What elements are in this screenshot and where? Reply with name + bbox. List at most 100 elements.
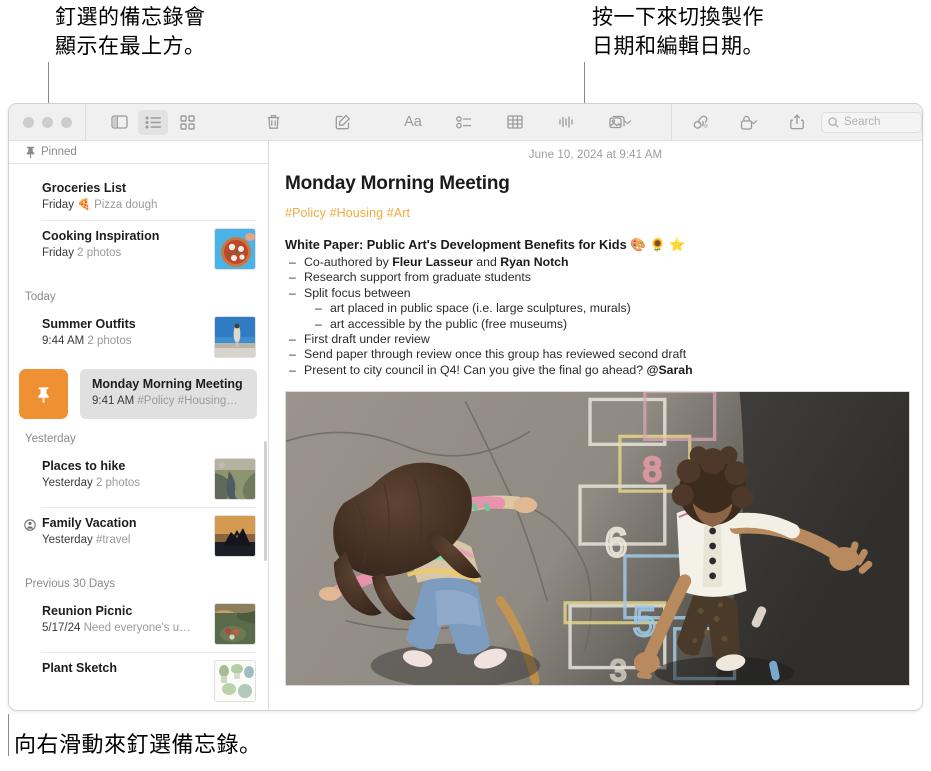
bullet-item: Present to city council in Q4! Can you g… — [285, 363, 908, 379]
checklist-icon[interactable] — [449, 110, 479, 135]
minimize-button[interactable] — [42, 116, 53, 128]
shared-person-icon — [24, 519, 36, 531]
note-date: Friday — [42, 199, 74, 211]
note-meta: Yesterday 2 photos — [42, 475, 206, 491]
bullet-item: First draft under review — [285, 332, 908, 348]
note-meta: 9:44 AM 2 photos — [42, 333, 206, 349]
list-item[interactable]: Groceries List Friday 🍕 Pizza dough — [9, 173, 268, 221]
note-date: 9:41 AM — [92, 395, 135, 407]
pin-icon — [38, 386, 49, 403]
list-item-selected[interactable]: Monday Morning Meeting 9:41 AM #Policy #… — [9, 368, 268, 420]
thumbnail-pizza — [215, 229, 255, 269]
annotation-pinned-top: 釘選的備忘錄會 顯示在最上方。 — [55, 6, 206, 58]
zoom-button[interactable] — [61, 116, 72, 128]
pinned-label: Pinned — [41, 146, 77, 158]
annotation-date-toggle: 按一下來切換製作 日期和編輯日期。 — [592, 6, 764, 58]
leader-line-pinned — [48, 62, 49, 107]
leader-line-date — [584, 62, 585, 107]
table-icon[interactable] — [500, 110, 530, 135]
search-placeholder: Search — [844, 116, 881, 128]
note-thumbnail — [214, 660, 256, 702]
note-preview: Pizza dough — [94, 199, 158, 211]
search-input[interactable]: Search — [821, 111, 922, 133]
thumbnail-picnic — [215, 604, 255, 644]
svg-text:8: 8 — [643, 451, 662, 489]
bullet-item-sub: art placed in public space (i.e. large s… — [285, 301, 908, 317]
thumbnail-person-sky — [215, 317, 255, 357]
note-preview: 2 photos — [77, 247, 122, 259]
list-item[interactable]: Summer Outfits 9:44 AM 2 photos — [9, 309, 268, 366]
share-controls — [686, 110, 812, 135]
note-photo-hopscotch[interactable]: 8 6 5 3 — [285, 391, 910, 687]
traffic-lights — [9, 116, 85, 128]
thumbnail-plants — [215, 661, 255, 701]
note-preview: 2 photos — [95, 477, 141, 489]
format-aa-icon[interactable]: Aa — [398, 110, 428, 135]
svg-text:3: 3 — [610, 655, 627, 685]
list-view-icon[interactable] — [138, 109, 168, 135]
list-item[interactable]: Cooking Inspiration Friday 2 photos — [9, 221, 268, 278]
sidebar-scrollbar[interactable] — [264, 441, 267, 561]
group-title-today: Today — [25, 291, 56, 303]
bullet-item: Split focus between — [285, 286, 908, 302]
share-icon[interactable] — [782, 110, 812, 135]
note-title-heading: Monday Morning Meeting — [285, 173, 510, 194]
notes-window: Aa Search Pinned Groceries List Friday 🍕… — [8, 103, 923, 711]
list-item[interactable]: Plant Sketch — [9, 653, 268, 710]
selected-note-row[interactable]: Monday Morning Meeting 9:41 AM #Policy #… — [80, 369, 257, 419]
thumbnail-river — [215, 459, 255, 499]
note-title: Family Vacation — [42, 516, 137, 530]
note-bullet-list: Co-authored by Fleur Lasseur and Ryan No… — [283, 253, 908, 379]
note-thumbnail — [214, 603, 256, 645]
gallery-view-icon[interactable] — [172, 110, 202, 135]
bullet-item-sub: art accessible by the public (free museu… — [285, 317, 908, 333]
chevron-down-icon — [623, 120, 631, 125]
media-icon[interactable] — [602, 110, 638, 135]
close-button[interactable] — [23, 116, 34, 128]
annotation-swipe-pin: 向右滑動來釘選備忘錄。 — [14, 732, 262, 757]
list-item[interactable]: Places to hike Yesterday 2 photos — [9, 451, 268, 508]
sidebar-toggle-icon[interactable] — [104, 110, 134, 135]
list-item[interactable]: Reunion Picnic 5/17/24 Need everyone's u… — [9, 596, 268, 653]
svg-text:6: 6 — [605, 521, 627, 565]
insert-controls: Aa — [398, 110, 638, 135]
note-thumbnail — [214, 316, 256, 358]
note-preview: #travel — [95, 534, 131, 546]
note-date: Yesterday — [42, 477, 93, 489]
note-title: Monday Morning Meeting — [92, 377, 243, 391]
group-title-yesterday: Yesterday — [25, 433, 76, 445]
group-title-previous-30-days: Previous 30 Days — [25, 578, 116, 590]
note-meta: 5/17/24 Need everyone's u… — [42, 620, 206, 636]
collaborate-icon[interactable] — [686, 110, 716, 135]
note-detail-pane: June 10, 2024 at 9:41 AM Monday Morning … — [269, 141, 922, 710]
pin-swipe-action-button[interactable] — [19, 369, 68, 419]
note-meta: Yesterday #travel — [42, 532, 206, 548]
hopscotch-photo-graphic: 8 6 5 3 — [286, 392, 909, 686]
note-preview: 2 photos — [87, 335, 132, 347]
lock-icon[interactable] — [732, 110, 766, 135]
compose-icon[interactable] — [328, 110, 358, 135]
note-meta: 9:41 AM #Policy #Housing… — [92, 393, 247, 409]
note-title: Plant Sketch — [42, 661, 118, 675]
chevron-down-icon-lock — [749, 120, 758, 125]
leader-line-swipe — [8, 714, 9, 756]
note-date: 9:44 AM — [42, 335, 85, 347]
note-thumbnail — [214, 515, 256, 557]
bullet-item: Co-authored by Fleur Lasseur and Ryan No… — [285, 255, 908, 271]
list-item[interactable]: Family Vacation Yesterday #travel — [9, 508, 268, 565]
note-meta: Friday 🍕 Pizza dough — [42, 197, 256, 213]
note-preview: Need everyone's u… — [83, 622, 191, 634]
note-tags[interactable]: #Policy #Housing #Art — [283, 195, 908, 220]
note-title: Cooking Inspiration — [42, 229, 160, 243]
note-date-toggle[interactable]: June 10, 2024 at 9:41 AM — [283, 141, 908, 161]
note-date: Friday — [42, 247, 74, 259]
note-body-heading: White Paper: Public Art's Development Be… — [285, 237, 686, 252]
format-label: Aa — [404, 114, 422, 130]
thumbnail-sunset-bike — [215, 516, 255, 556]
pizza-emoji-icon: 🍕 — [77, 199, 91, 211]
trash-icon[interactable] — [258, 110, 288, 135]
window-body: Pinned Groceries List Friday 🍕 Pizza dou… — [9, 141, 922, 710]
note-thumbnail — [214, 458, 256, 500]
audio-waveform-icon[interactable] — [551, 110, 581, 135]
view-controls — [86, 109, 358, 135]
